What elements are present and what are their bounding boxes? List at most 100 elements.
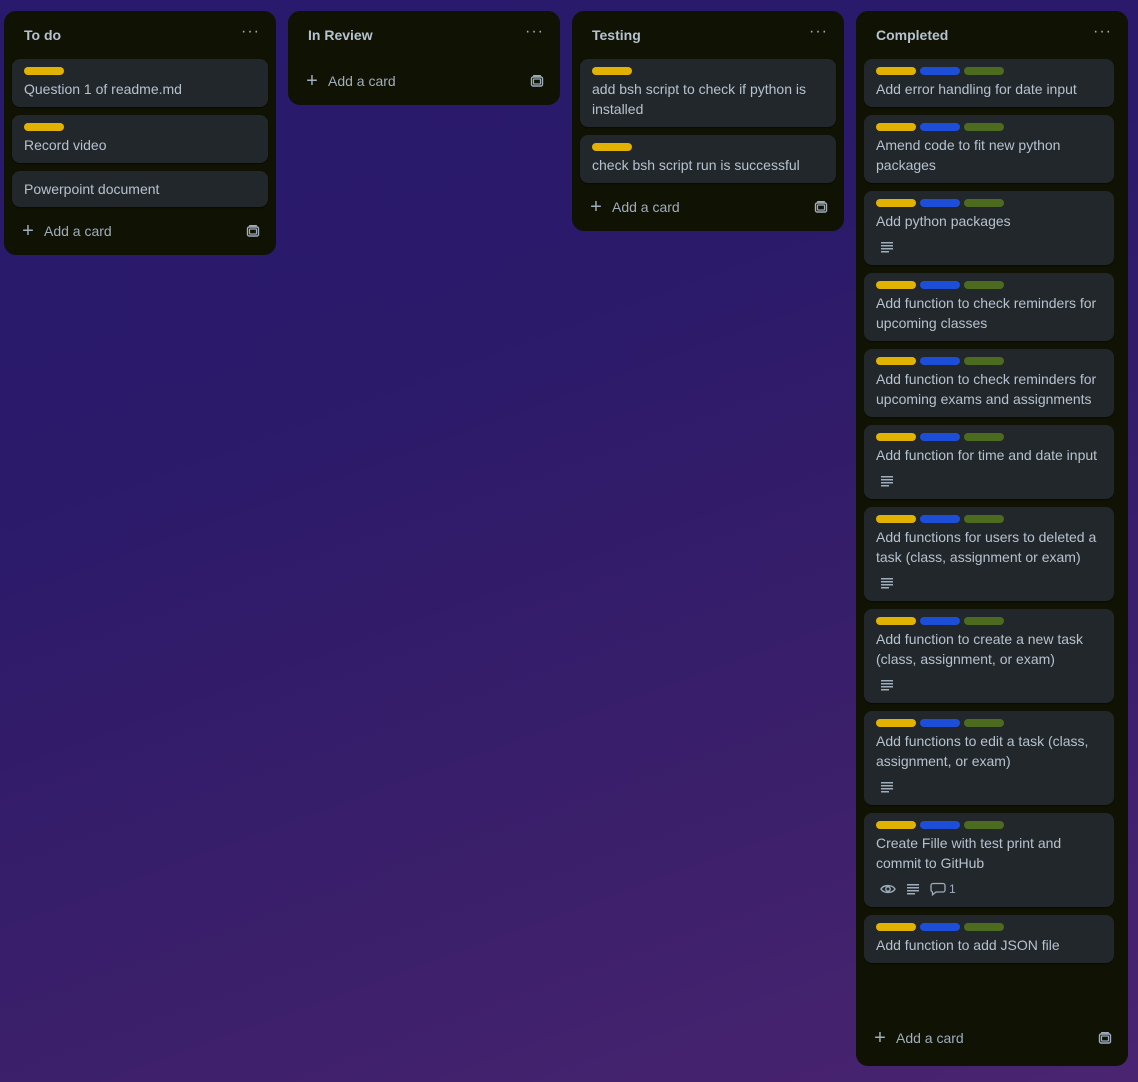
plus-icon: + [22,220,34,242]
label-yellow[interactable] [876,923,916,931]
label-blue[interactable] [920,357,960,365]
comment-count: 1 [949,882,956,896]
card[interactable]: Powerpoint document [12,171,268,207]
list-title[interactable]: Testing [592,27,641,43]
label-yellow[interactable] [876,433,916,441]
add-card-row: + Add a card [580,183,836,231]
list-header: In Review ··· [296,11,552,59]
add-card-button[interactable]: + Add a card [20,221,112,241]
card-template-icon[interactable] [814,200,828,214]
label-blue[interactable] [920,433,960,441]
label-yellow[interactable] [592,67,632,75]
label-blue[interactable] [920,123,960,131]
description-icon [906,883,920,895]
card[interactable]: Add functions for users to deleted a tas… [864,507,1114,601]
card-template-icon[interactable] [1098,1031,1112,1045]
plus-icon: + [306,70,318,92]
add-card-label: Add a card [612,199,680,215]
card[interactable]: Amend code to fit new python packages [864,115,1114,183]
card[interactable]: Add function to check reminders for upco… [864,273,1114,341]
label-blue[interactable] [920,67,960,75]
label-yellow[interactable] [876,357,916,365]
label-green[interactable] [964,281,1004,289]
card-labels [24,67,256,75]
add-card-button[interactable]: + Add a card [872,1028,964,1048]
label-yellow[interactable] [876,67,916,75]
card-labels [876,923,1102,931]
card[interactable]: Create Fille with test print and commit … [864,813,1114,907]
label-green[interactable] [964,357,1004,365]
add-card-button[interactable]: + Add a card [588,197,680,217]
label-yellow[interactable] [592,143,632,151]
label-yellow[interactable] [24,67,64,75]
label-green[interactable] [964,821,1004,829]
label-green[interactable] [964,123,1004,131]
label-blue[interactable] [920,821,960,829]
comment-icon: 1 [930,882,956,896]
label-yellow[interactable] [876,719,916,727]
label-green[interactable] [964,923,1004,931]
add-card-row: + Add a card [12,207,268,255]
more-horizontal-icon[interactable]: ··· [241,24,260,46]
card-title: add bsh script to check if python is ins… [592,81,806,117]
label-yellow[interactable] [24,123,64,131]
more-horizontal-icon[interactable]: ··· [525,24,544,46]
label-yellow[interactable] [876,123,916,131]
card-labels [592,67,824,75]
label-green[interactable] [964,515,1004,523]
card-template-icon[interactable] [246,224,260,238]
label-yellow[interactable] [876,515,916,523]
card-template-icon[interactable] [530,74,544,88]
list-title[interactable]: Completed [876,27,948,43]
list-testing: Testing ··· add bsh script to check if p… [572,11,844,231]
list-header: To do ··· [12,11,268,59]
card-labels [592,143,824,151]
label-blue[interactable] [920,515,960,523]
label-green[interactable] [964,67,1004,75]
card-title: Record video [24,137,107,153]
label-green[interactable] [964,199,1004,207]
card-title: Create Fille with test print and commit … [876,835,1062,871]
more-horizontal-icon[interactable]: ··· [1093,24,1112,46]
card-title: Powerpoint document [24,181,160,197]
card-badges [876,471,1102,491]
list-in-review: In Review ··· + Add a card [288,11,560,105]
label-yellow[interactable] [876,821,916,829]
label-yellow[interactable] [876,617,916,625]
label-blue[interactable] [920,281,960,289]
label-blue[interactable] [920,923,960,931]
label-blue[interactable] [920,719,960,727]
card[interactable]: Record video [12,115,268,163]
label-green[interactable] [964,617,1004,625]
card-labels [876,357,1102,365]
label-blue[interactable] [920,199,960,207]
card-title: Add functions to edit a task (class, ass… [876,733,1089,769]
card[interactable]: Add python packages [864,191,1114,265]
card[interactable]: Add function to create a new task (class… [864,609,1114,703]
card[interactable]: check bsh script run is successful [580,135,836,183]
card[interactable]: Add function to add JSON file [864,915,1114,963]
card[interactable]: Add function for time and date input [864,425,1114,499]
label-yellow[interactable] [876,199,916,207]
label-blue[interactable] [920,617,960,625]
card[interactable]: Add function to check reminders for upco… [864,349,1114,417]
list-title[interactable]: In Review [308,27,373,43]
add-card-button[interactable]: + Add a card [304,71,396,91]
card-badges [876,777,1102,797]
card-title: Add functions for users to deleted a tas… [876,529,1097,565]
label-yellow[interactable] [876,281,916,289]
card[interactable]: add bsh script to check if python is ins… [580,59,836,127]
label-green[interactable] [964,433,1004,441]
card-title: Add function to create a new task (class… [876,631,1084,667]
card[interactable]: Add error handling for date input [864,59,1114,107]
card[interactable]: Add functions to edit a task (class, ass… [864,711,1114,805]
card-badges [876,237,1102,257]
label-green[interactable] [964,719,1004,727]
card-scroll-area: Add error handling for date input Amend … [864,59,1114,1014]
more-horizontal-icon[interactable]: ··· [809,24,828,46]
list-header: Testing ··· [580,11,836,59]
list-title[interactable]: To do [24,27,61,43]
card-list: Add error handling for date input Amend … [864,59,1114,963]
card-badges [876,573,1102,593]
card[interactable]: Question 1 of readme.md [12,59,268,107]
